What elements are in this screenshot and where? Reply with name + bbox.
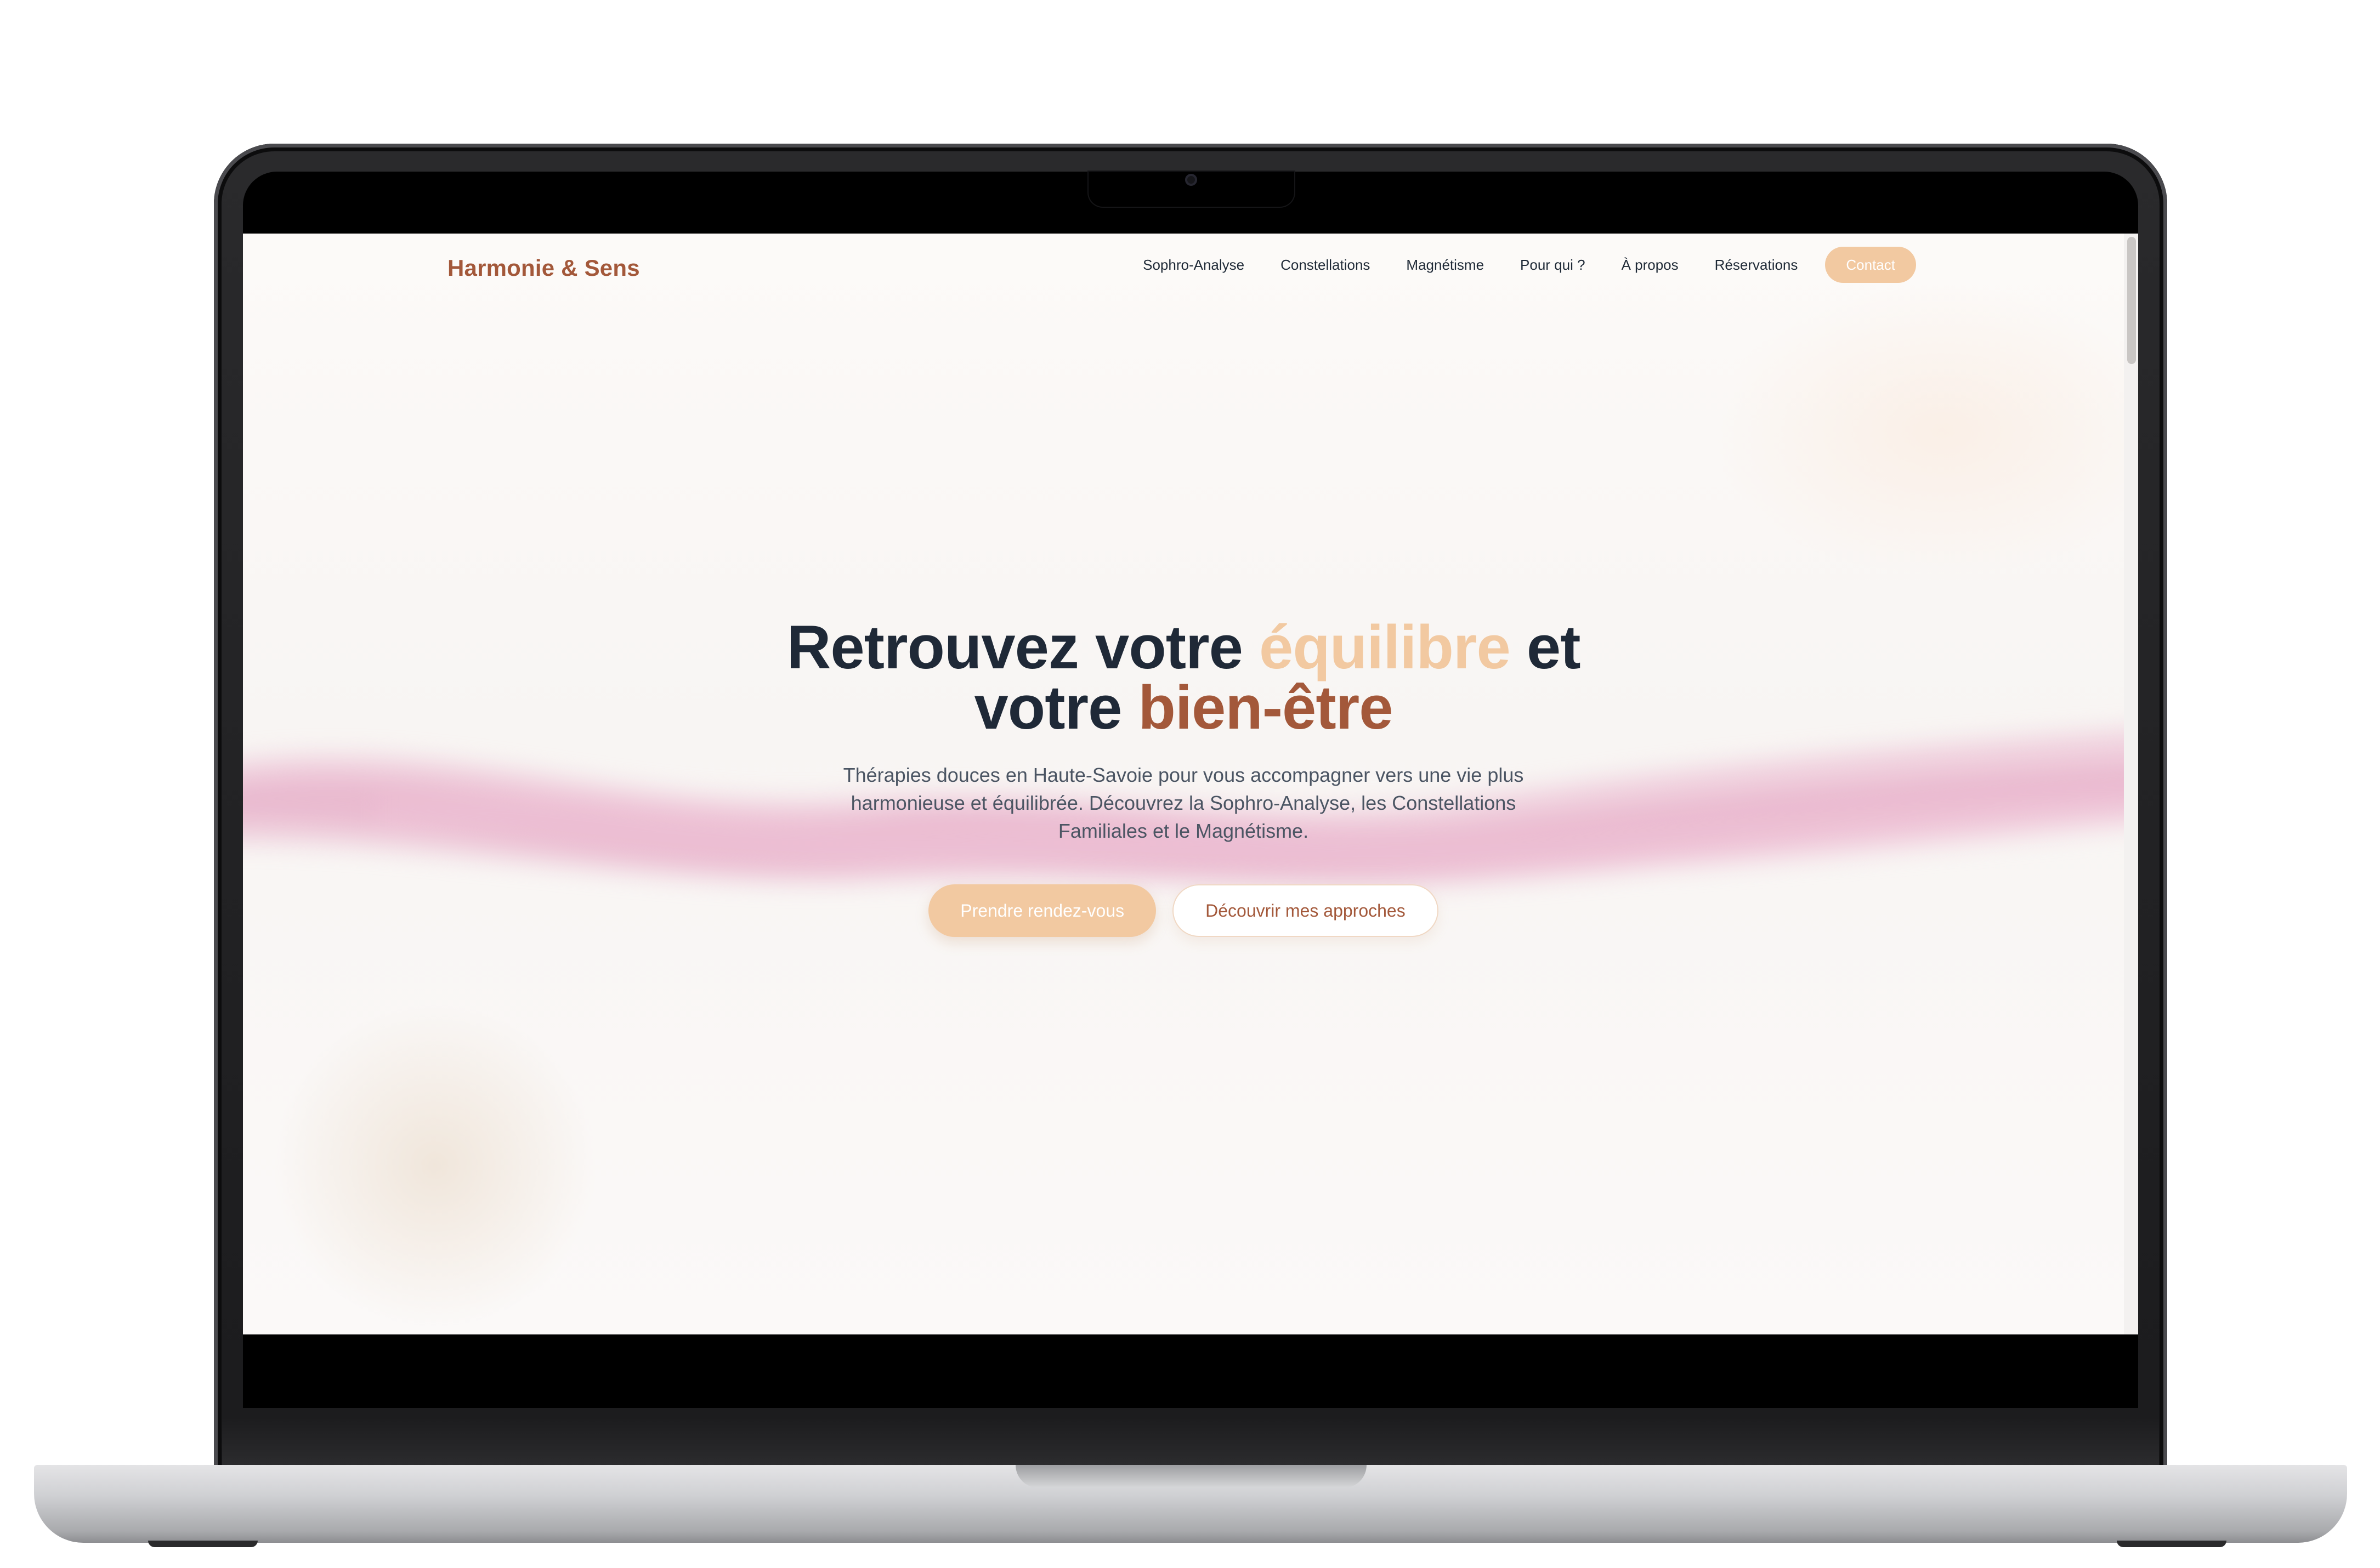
hero-subtitle: Thérapies douces en Haute-Savoie pour vo… [843,764,1524,842]
nav-item-reservations[interactable]: Réservations [1715,247,1798,283]
nav-item-magnetisme[interactable]: Magnétisme [1406,247,1484,283]
book-appointment-button[interactable]: Prendre rendez-vous [928,884,1157,937]
page-scrollbar[interactable] [2124,234,2138,1334]
laptop-hinge [222,1417,2159,1467]
site-logo[interactable]: Harmonie & Sens [447,252,640,285]
screen-bottom-bezel [243,1334,2138,1397]
hero-title-part2: et [1510,613,1581,681]
hero-title-part3: votre [974,673,1138,742]
hero-actions: Prendre rendez-vous Découvrir mes approc… [243,884,2124,937]
laptop-foot-right [2117,1541,2226,1547]
nav-item-sophro-analyse[interactable]: Sophro-Analyse [1143,247,1244,283]
scrollbar-thumb[interactable] [2127,237,2136,364]
hero-title-accent-bien-etre: bien-être [1138,673,1393,742]
camera-icon [1185,174,1197,186]
browser-viewport: Harmonie & Sens Sophro-Analyse Constella… [243,234,2138,1334]
hero-title: Retrouvez votre équilibre et votre bien-… [243,617,2124,738]
main-nav: Sophro-Analyse Constellations Magnétisme… [1107,247,1916,283]
hero-section: Retrouvez votre équilibre et votre bien-… [243,617,2124,937]
hero-title-accent-equilibre: équilibre [1259,613,1511,681]
nav-item-a-propos[interactable]: À propos [1622,247,1679,283]
discover-approaches-button[interactable]: Découvrir mes approches [1172,884,1438,937]
contact-button[interactable]: Contact [1825,247,1916,283]
hero-title-part1: Retrouvez votre [786,613,1260,681]
nav-item-pour-qui[interactable]: Pour qui ? [1520,247,1585,283]
laptop-opening-notch [1016,1465,1367,1488]
laptop-foot-left [148,1541,258,1547]
nav-item-constellations[interactable]: Constellations [1280,247,1370,283]
